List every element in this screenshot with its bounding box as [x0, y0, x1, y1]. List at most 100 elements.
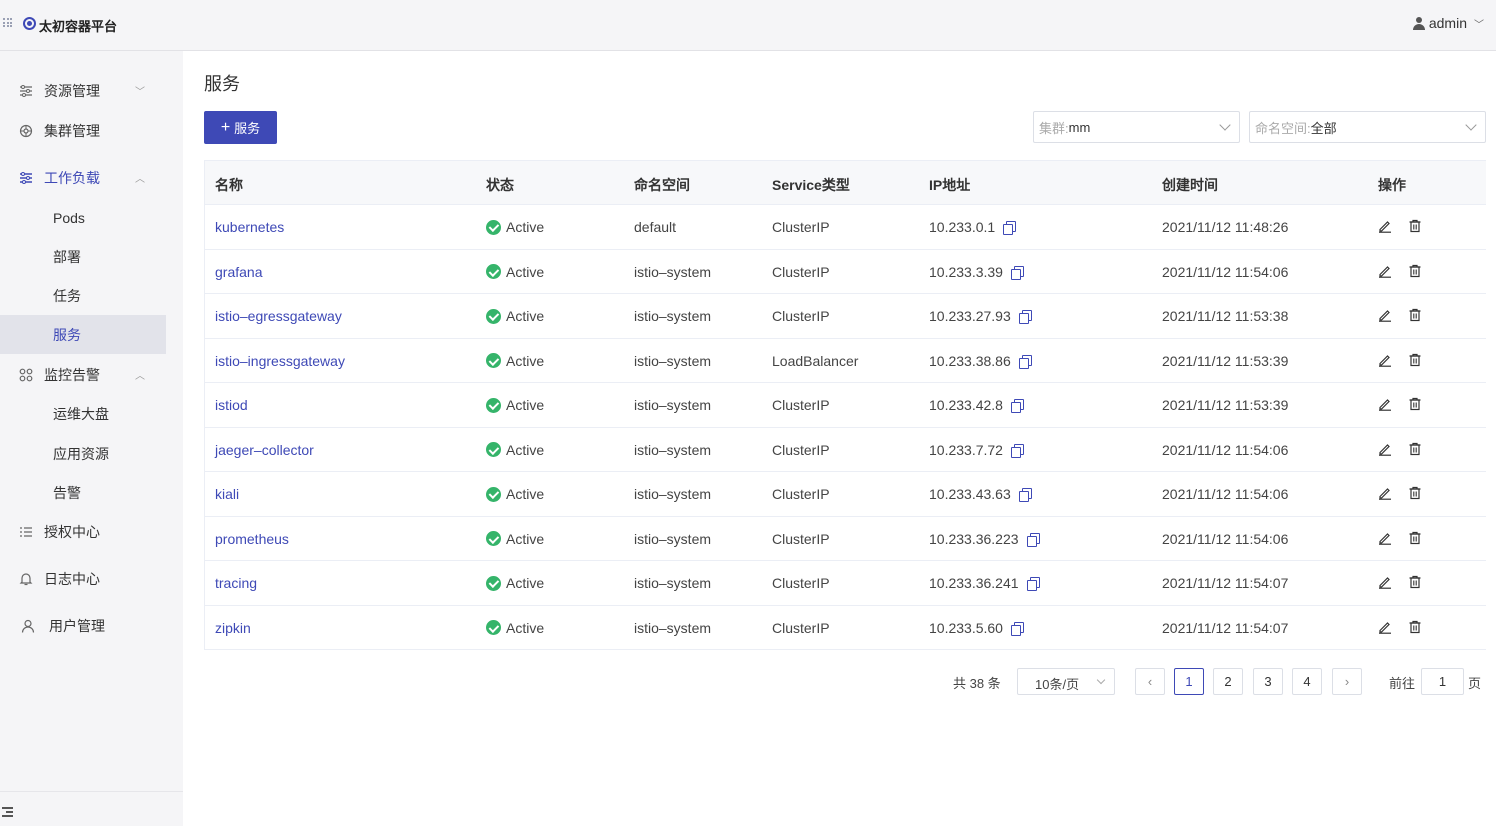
ip-text: 10.233.0.1 — [929, 219, 996, 235]
edit-icon[interactable] — [1378, 264, 1392, 278]
user-menu[interactable]: admin ﹀ — [1412, 15, 1484, 31]
delete-icon[interactable] — [1408, 575, 1422, 589]
copy-icon[interactable] — [1026, 577, 1040, 591]
namespace-cell: istio–system — [634, 352, 712, 369]
ip-cell: 10.233.7.72 — [929, 442, 1024, 458]
sidebar-item-services[interactable]: 服务 — [0, 315, 166, 354]
sidebar-item-cluster-management[interactable]: 集群管理 — [0, 111, 166, 150]
created-time-cell: 2021/11/12 11:53:39 — [1162, 397, 1289, 413]
sidebar-item-ops-dashboard[interactable]: 运维大盘 — [0, 394, 166, 433]
service-name-link[interactable]: prometheus — [215, 531, 289, 547]
cluster-select[interactable]: 集群: mm — [1033, 111, 1240, 143]
namespace-cell: istio–system — [634, 308, 712, 324]
goto-page-input[interactable]: 1 — [1421, 668, 1464, 695]
sidebar-item-log-center[interactable]: 日志中心 — [0, 559, 166, 598]
sidebar-item-alerts[interactable]: 告警 — [0, 473, 166, 512]
status-text: Active — [506, 441, 545, 458]
table-row: tracing Active istio–system ClusterIP 10.233… — [205, 561, 1486, 606]
prev-page-button[interactable]: ‹ — [1135, 668, 1165, 695]
service-name-link[interactable]: tracing — [215, 575, 257, 591]
delete-icon[interactable] — [1408, 219, 1422, 233]
sidebar-item-pods[interactable]: Pods — [0, 198, 166, 237]
edit-icon[interactable] — [1378, 486, 1392, 500]
collapse-sidebar-icon[interactable] — [2, 807, 13, 817]
ip-text: 10.233.3.39 — [929, 263, 1003, 280]
sidebar-item-app-resources[interactable]: 应用资源 — [0, 434, 166, 473]
table-row: kiali Active istio–system ClusterIP 10.233.4… — [205, 472, 1486, 517]
edit-icon[interactable] — [1378, 531, 1392, 545]
check-circle-icon — [486, 620, 501, 635]
page-button-3[interactable]: 3 — [1253, 668, 1283, 695]
chevron-up-icon: ︿ — [135, 174, 145, 185]
delete-icon[interactable] — [1408, 264, 1422, 278]
copy-icon[interactable] — [1010, 399, 1024, 413]
namespace-cell: istio–system — [634, 397, 712, 413]
next-page-button[interactable]: › — [1332, 668, 1362, 695]
edit-icon[interactable] — [1378, 219, 1392, 233]
service-name-link[interactable]: grafana — [215, 264, 262, 280]
check-circle-icon — [486, 264, 501, 279]
ip-cell: 10.233.5.60 — [929, 620, 1024, 636]
delete-icon[interactable] — [1408, 531, 1422, 545]
sidebar-item-user-management[interactable]: 用户管理 — [0, 606, 166, 645]
copy-icon[interactable] — [1010, 265, 1024, 280]
sidebar-item-jobs[interactable]: 任务 — [0, 276, 166, 315]
delete-icon[interactable] — [1408, 442, 1422, 456]
ip-text: 10.233.36.241 — [929, 575, 1019, 591]
delete-icon[interactable] — [1408, 353, 1422, 367]
delete-icon[interactable] — [1408, 486, 1422, 500]
service-type-cell: ClusterIP — [772, 397, 830, 413]
sidebar-item-monitoring[interactable]: 监控告警 ︿ — [0, 355, 166, 394]
sidebar-footer — [0, 791, 183, 826]
copy-icon[interactable] — [1018, 310, 1032, 324]
service-name-link[interactable]: zipkin — [215, 620, 251, 636]
column-header-namespace: 命名空间 — [634, 177, 690, 193]
copy-icon[interactable] — [1026, 532, 1040, 547]
page-button-4[interactable]: 4 — [1292, 668, 1322, 695]
namespace-cell: istio–system — [634, 619, 712, 636]
copy-icon[interactable] — [1010, 621, 1024, 636]
edit-icon[interactable] — [1378, 308, 1392, 322]
sidebar-item-auth-center[interactable]: 授权中心 — [0, 512, 166, 551]
copy-icon[interactable] — [1003, 221, 1017, 235]
status-cell: Active — [486, 442, 544, 458]
edit-icon[interactable] — [1378, 397, 1392, 411]
service-name-link[interactable]: istiod — [215, 397, 248, 413]
edit-icon[interactable] — [1378, 620, 1392, 634]
delete-icon[interactable] — [1408, 308, 1422, 322]
page-button-1[interactable]: 1 — [1174, 668, 1204, 695]
user-icon — [21, 619, 35, 633]
service-name-link[interactable]: istio–egressgateway — [215, 308, 342, 324]
sidebar-item-deployments[interactable]: 部署 — [0, 237, 166, 276]
add-service-button[interactable]: + 服务 — [204, 111, 277, 144]
sidebar-item-label: 用户管理 — [49, 617, 105, 634]
chevron-down-icon — [1096, 675, 1106, 685]
column-header-status: 状态 — [486, 177, 514, 193]
copy-icon[interactable] — [1018, 488, 1032, 502]
edit-icon[interactable] — [1378, 442, 1392, 456]
edit-icon[interactable] — [1378, 575, 1392, 589]
sidebar-item-workload[interactable]: 工作负载 ︿ — [0, 158, 166, 197]
sidebar-item-resource-management[interactable]: 资源管理 ﹀ — [0, 71, 166, 110]
service-name-link[interactable]: istio–ingressgateway — [215, 353, 345, 369]
namespace-select[interactable]: 命名空间: 全部 — [1249, 111, 1486, 143]
apps-grid-icon[interactable] — [3, 18, 12, 27]
service-name-link[interactable]: kiali — [215, 486, 239, 502]
delete-icon[interactable] — [1408, 397, 1422, 411]
delete-icon[interactable] — [1408, 620, 1422, 634]
copy-icon[interactable] — [1010, 443, 1024, 458]
created-time-cell: 2021/11/12 11:54:07 — [1162, 575, 1289, 591]
page-size-select[interactable]: 10条/页 — [1017, 668, 1115, 695]
copy-icon[interactable] — [1018, 354, 1032, 369]
created-time-cell: 2021/11/12 11:54:06 — [1162, 530, 1289, 547]
status-text: Active — [506, 530, 545, 547]
status-text: Active — [506, 219, 545, 235]
page-button-2[interactable]: 2 — [1213, 668, 1243, 695]
service-name-link[interactable]: jaeger–collector — [215, 442, 314, 458]
ip-cell: 10.233.36.223 — [929, 531, 1040, 547]
edit-icon[interactable] — [1378, 353, 1392, 367]
bell-icon — [19, 572, 33, 586]
namespace-cell: istio–system — [634, 575, 712, 591]
service-name-link[interactable]: kubernetes — [215, 219, 284, 235]
column-header-created: 创建时间 — [1162, 177, 1218, 193]
